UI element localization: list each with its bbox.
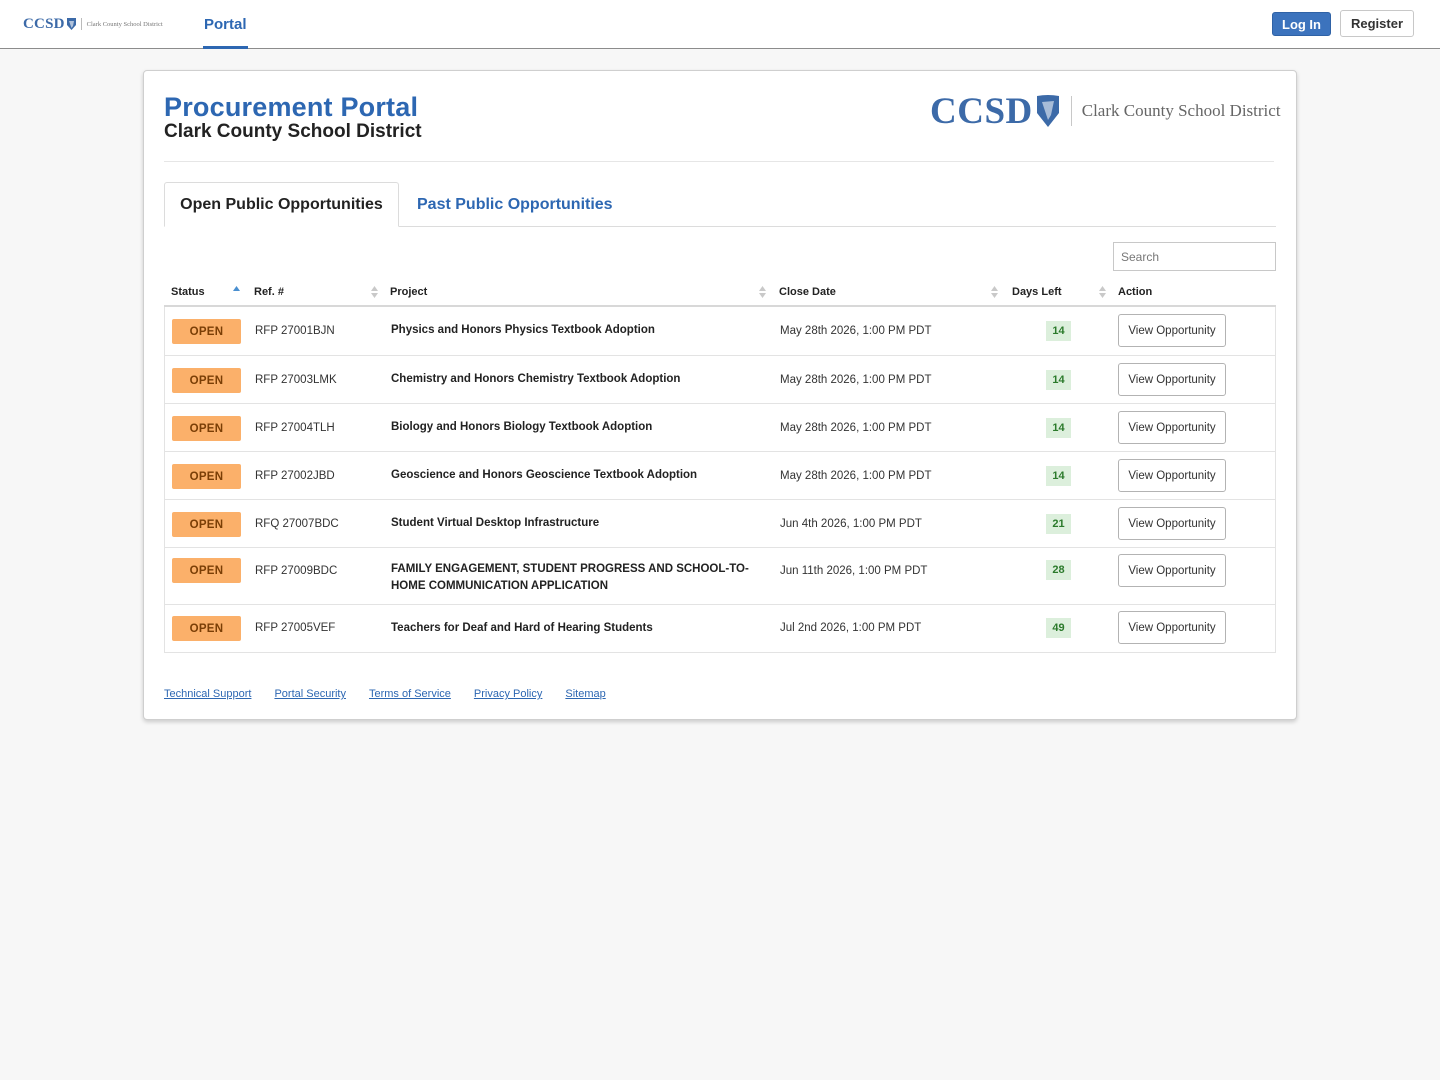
status-badge: OPEN [172, 558, 241, 583]
project-name: Student Virtual Desktop Infrastructure [391, 517, 600, 529]
ref-number: RFP 27003LMK [255, 373, 337, 386]
login-button[interactable]: Log In [1272, 12, 1331, 36]
status-badge: OPEN [172, 319, 241, 344]
table-body: OPEN RFP 27001BJN Physics and Honors Phy… [164, 307, 1276, 653]
logo-district-text: Clark County School District [1081, 101, 1281, 120]
sort-icon[interactable] [991, 285, 998, 299]
status-badge: OPEN [172, 464, 241, 489]
shield-icon [1036, 95, 1059, 127]
days-left-badge: 14 [1046, 321, 1071, 341]
opportunities-table: Status Ref. # Project Close Date Days Le… [164, 276, 1276, 653]
view-opportunity-button[interactable]: View Opportunity [1118, 507, 1226, 540]
ref-number: RFP 27001BJN [255, 324, 335, 337]
footer-link-privacy-policy[interactable]: Privacy Policy [474, 688, 542, 700]
shield-icon [66, 18, 76, 30]
search-input[interactable] [1113, 242, 1276, 271]
logo-ccsd-text: CCSD [23, 15, 65, 32]
project-name: Physics and Honors Physics Textbook Adop… [391, 324, 655, 336]
tab-open-opportunities[interactable]: Open Public Opportunities [164, 182, 399, 227]
table-row: OPEN RFP 27004TLH Biology and Honors Bio… [165, 403, 1275, 451]
project-name: Teachers for Deaf and Hard of Hearing St… [391, 621, 653, 634]
logo-separator [1070, 96, 1072, 126]
close-date: Jun 4th 2026, 1:00 PM PDT [780, 517, 922, 530]
column-header-status[interactable]: Status [171, 276, 205, 307]
nav-tab-portal-label: Portal [204, 16, 247, 33]
days-left-badge: 14 [1046, 466, 1071, 486]
district-logo: CCSD Clark County School District [930, 90, 1281, 132]
view-opportunity-button[interactable]: View Opportunity [1118, 314, 1226, 347]
top-navbar: CCSD Clark County School District Portal… [0, 0, 1440, 49]
footer-link-portal-security[interactable]: Portal Security [274, 688, 346, 700]
column-header-project-label: Project [390, 285, 428, 298]
ref-number: RFQ 27007BDC [255, 517, 339, 530]
view-opportunity-button[interactable]: View Opportunity [1118, 363, 1226, 396]
footer-link-technical-support[interactable]: Technical Support [164, 688, 251, 700]
close-date: May 28th 2026, 1:00 PM PDT [780, 469, 932, 482]
ref-number: RFP 27009BDC [255, 564, 338, 577]
ref-number: RFP 27005VEF [255, 622, 336, 634]
days-left-badge: 28 [1046, 560, 1071, 580]
table-row: OPEN RFP 27005VEF Teachers for Deaf and … [165, 604, 1275, 652]
status-badge: OPEN [172, 368, 241, 393]
sort-icon[interactable] [1099, 285, 1106, 299]
ref-number: RFP 27004TLH [255, 421, 335, 434]
sort-icon[interactable] [759, 285, 766, 299]
view-opportunity-button[interactable]: View Opportunity [1118, 411, 1226, 444]
days-left-badge: 14 [1046, 370, 1071, 390]
table-row: OPEN RFQ 27007BDC Student Virtual Deskto… [165, 499, 1275, 547]
column-header-project[interactable]: Project [390, 276, 427, 307]
view-opportunity-button[interactable]: View Opportunity [1118, 554, 1226, 587]
column-header-days-left-label: Days Left [1012, 285, 1062, 298]
table-row: OPEN RFP 27002JBD Geoscience and Honors … [165, 451, 1275, 499]
column-header-action-label: Action [1118, 285, 1153, 298]
page-subtitle: Clark County School District [164, 121, 422, 142]
close-date: Jul 2nd 2026, 1:00 PM PDT [780, 622, 922, 634]
close-date: May 28th 2026, 1:00 PM PDT [780, 324, 932, 337]
column-header-status-label: Status [171, 285, 205, 298]
table-row: OPEN RFP 27001BJN Physics and Honors Phy… [165, 307, 1275, 355]
register-button[interactable]: Register [1340, 10, 1414, 37]
close-date: May 28th 2026, 1:00 PM PDT [780, 373, 932, 386]
header-divider [164, 161, 1274, 162]
footer-link-sitemap[interactable]: Sitemap [565, 688, 605, 700]
project-name: Chemistry and Honors Chemistry Textbook … [391, 373, 681, 385]
days-left-badge: 14 [1046, 418, 1071, 438]
sort-asc-icon[interactable] [233, 285, 240, 299]
table-row: OPEN RFP 27009BDC FAMILY ENGAGEMENT, STU… [165, 547, 1275, 604]
table-header: Status Ref. # Project Close Date Days Le… [164, 276, 1276, 307]
ref-number: RFP 27002JBD [255, 469, 335, 482]
tab-past-opportunities[interactable]: Past Public Opportunities [406, 182, 626, 227]
column-header-days-left[interactable]: Days Left [1012, 276, 1062, 307]
column-header-action: Action [1118, 276, 1152, 307]
footer-links: Technical Support Portal Security Terms … [164, 688, 606, 700]
active-tab-indicator [203, 46, 248, 49]
project-name: FAMILY ENGAGEMENT, STUDENT PROGRESS AND … [391, 563, 749, 592]
footer-link-terms-of-service[interactable]: Terms of Service [369, 688, 451, 700]
procurement-card: Procurement Portal Clark County School D… [143, 70, 1297, 720]
close-date: May 28th 2026, 1:00 PM PDT [780, 421, 932, 434]
status-badge: OPEN [172, 416, 241, 441]
table-row: OPEN RFP 27003LMK Chemistry and Honors C… [165, 355, 1275, 403]
days-left-badge: 49 [1046, 618, 1071, 638]
view-opportunity-button[interactable]: View Opportunity [1118, 611, 1226, 644]
column-header-ref-label: Ref. # [254, 285, 284, 298]
logo-ccsd-text: CCSD [930, 90, 1033, 132]
status-badge: OPEN [172, 616, 241, 641]
days-left-badge: 21 [1046, 514, 1071, 534]
project-name: Biology and Honors Biology Textbook Adop… [391, 421, 653, 433]
column-header-ref[interactable]: Ref. # [254, 276, 284, 307]
sort-icon[interactable] [371, 285, 378, 299]
column-header-close-date-label: Close Date [779, 285, 836, 298]
status-badge: OPEN [172, 512, 241, 537]
view-opportunity-button[interactable]: View Opportunity [1118, 459, 1226, 492]
project-name: Geoscience and Honors Geoscience Textboo… [391, 469, 698, 481]
ccsd-logo[interactable]: CCSD Clark County School District [23, 14, 163, 34]
close-date: Jun 11th 2026, 1:00 PM PDT [780, 564, 928, 577]
logo-separator [80, 18, 82, 30]
nav-tab-portal[interactable]: Portal [203, 0, 248, 49]
column-header-close-date[interactable]: Close Date [779, 276, 836, 307]
page-title: Procurement Portal [164, 92, 419, 122]
logo-district-text: Clark County School District [86, 20, 163, 28]
